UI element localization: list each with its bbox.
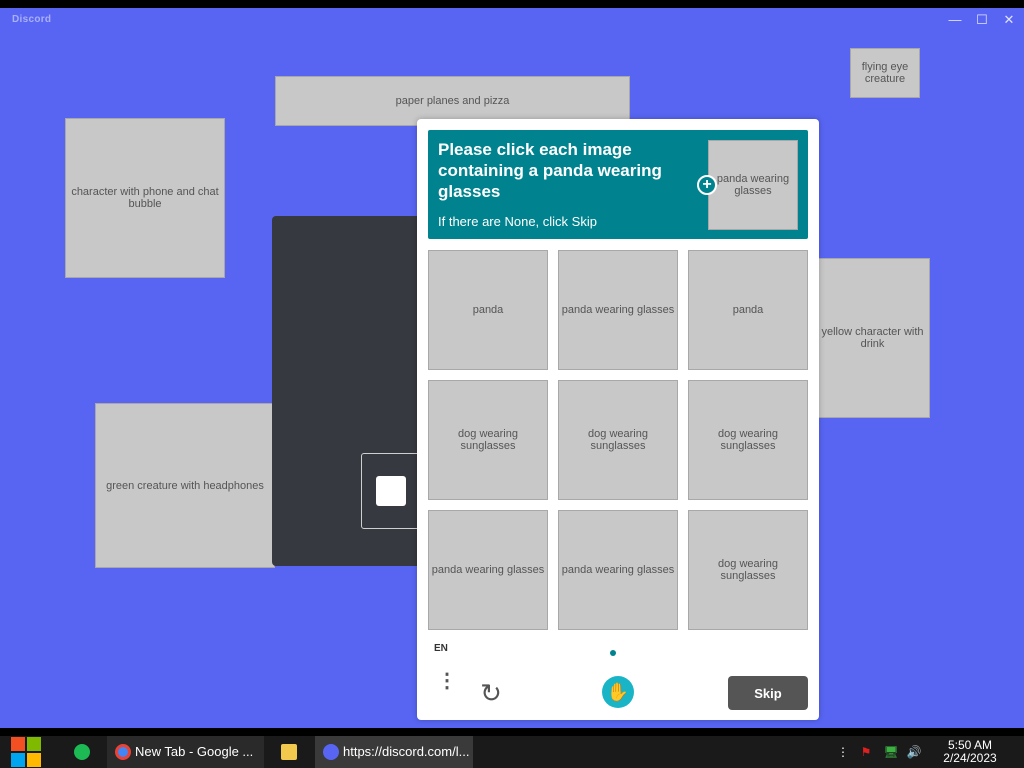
menu-icon[interactable]: ⋮ <box>437 671 457 707</box>
taskbar-chrome-button[interactable]: New Tab - Google ... <box>107 736 264 768</box>
windows-logo-icon <box>27 753 41 767</box>
taskbar-chrome-label: New Tab - Google ... <box>135 744 254 759</box>
yellow-character-illustration: yellow character with drink <box>815 258 930 418</box>
page-indicator-dot <box>610 650 616 656</box>
captcha-tile-5[interactable]: dog wearing sunglasses <box>558 380 678 500</box>
language-selector[interactable]: EN <box>434 643 448 654</box>
captcha-prompt: Please click each image containing a pan… <box>438 140 662 201</box>
app-name: Discord <box>12 14 52 25</box>
captcha-panel: Please click each image containing a pan… <box>417 119 819 720</box>
refresh-icon[interactable]: ↻ <box>477 679 505 707</box>
taskbar: New Tab - Google ... https://discord.com… <box>0 736 1024 768</box>
chrome-icon <box>115 744 131 760</box>
windows-logo-icon <box>11 753 25 767</box>
green-dinosaur-illustration: green creature with headphones <box>95 403 275 568</box>
captcha-tile-9[interactable]: dog wearing sunglasses <box>688 510 808 630</box>
clock-date: 2/24/2023 <box>943 751 997 765</box>
captcha-subtext: If there are None, click Skip <box>438 214 597 229</box>
captcha-header: Please click each image containing a pan… <box>428 130 808 239</box>
more-icon[interactable]: ⋮ <box>835 744 851 760</box>
clock[interactable]: 5:50 AM 2/24/2023 <box>930 739 1010 765</box>
taskbar-discord-button[interactable]: https://discord.com/l... <box>315 736 473 768</box>
start-button[interactable] <box>10 736 44 768</box>
example-image: panda wearing glasses <box>708 140 798 230</box>
network-icon[interactable]: 🖥 <box>883 744 899 760</box>
windows-logo-icon <box>27 737 41 751</box>
windows-logo-icon <box>11 737 25 751</box>
taskbar-discord-label: https://discord.com/l... <box>343 744 470 759</box>
minimize-button[interactable]: — <box>944 11 966 29</box>
discord-icon <box>323 744 339 760</box>
maximize-button[interactable]: ☐ <box>971 11 993 29</box>
titlebar: Discord — ☐ ✕ <box>0 8 1024 32</box>
folder-icon[interactable] <box>281 744 297 760</box>
captcha-tile-1[interactable]: panda <box>428 250 548 370</box>
spotify-icon[interactable] <box>74 744 90 760</box>
close-button[interactable]: ✕ <box>998 11 1020 29</box>
plus-icon: + <box>697 175 717 195</box>
captcha-tile-8[interactable]: panda wearing glasses <box>558 510 678 630</box>
hcaptcha-logo-icon[interactable]: ✋ <box>602 676 634 708</box>
skip-button[interactable]: Skip <box>728 676 808 710</box>
captcha-tile-3[interactable]: panda <box>688 250 808 370</box>
captcha-tile-2[interactable]: panda wearing glasses <box>558 250 678 370</box>
eye-creature-illustration: flying eye creature <box>850 48 920 98</box>
qr-code-icon <box>376 476 406 506</box>
hoodie-character-illustration: character with phone and chat bubble <box>65 118 225 278</box>
flag-icon[interactable]: ⚑ <box>858 744 874 760</box>
captcha-tile-4[interactable]: dog wearing sunglasses <box>428 380 548 500</box>
volume-icon[interactable]: 🔊 <box>906 744 922 760</box>
captcha-tile-7[interactable]: panda wearing glasses <box>428 510 548 630</box>
captcha-tile-6[interactable]: dog wearing sunglasses <box>688 380 808 500</box>
